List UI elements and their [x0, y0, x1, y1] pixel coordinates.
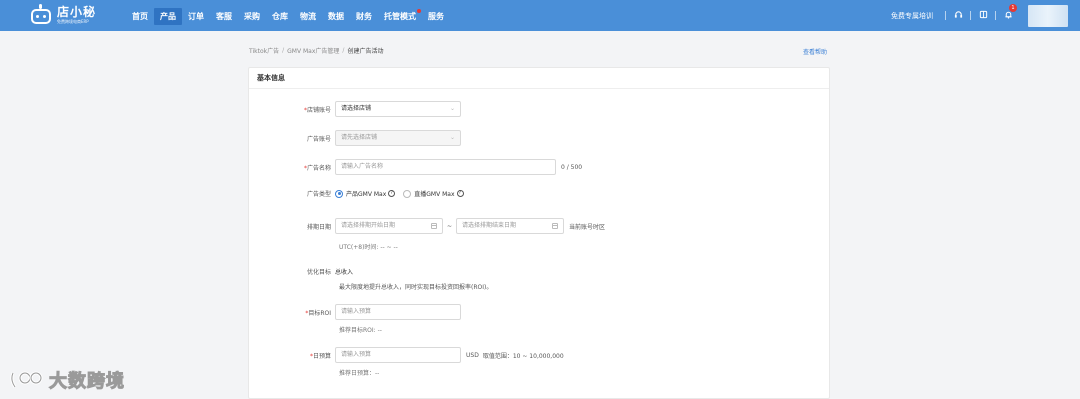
daily-budget-label: *日预算	[309, 352, 331, 360]
target-roi-input[interactable]: 请输入预算	[335, 304, 461, 320]
radio-selected-icon	[335, 189, 343, 198]
headset-icon[interactable]	[952, 10, 964, 21]
book-icon[interactable]	[977, 10, 989, 21]
watermark-logo-icon	[9, 369, 49, 391]
breadcrumb-item-tiktok-ads[interactable]: Tiktok广告	[249, 46, 279, 55]
breadcrumb: Tiktok广告 / GMV Max广告管理 / 创建广告活动	[249, 46, 384, 55]
radio-live-gmv-max[interactable]: 直播GMV Max ?	[403, 189, 464, 198]
nav-item-home[interactable]: 首页	[126, 8, 154, 25]
radio-unselected-icon	[403, 189, 412, 198]
nav-item-warehouse[interactable]: 仓库	[266, 8, 294, 25]
training-link[interactable]: 免费专属培训	[891, 11, 933, 21]
watermark: 大数跨境	[9, 367, 125, 393]
ad-name-label: *广告名称	[303, 164, 331, 172]
question-icon[interactable]: ?	[456, 190, 464, 197]
ad-type-label: 广告类型	[306, 191, 331, 198]
ad-account-label: 广告账号	[306, 135, 331, 143]
breadcrumb-item-gmv-max[interactable]: GMV Max广告管理	[287, 46, 339, 55]
chevron-down-icon: ⌄	[449, 134, 455, 141]
target-roi-label: *目标ROI	[305, 309, 331, 317]
radio-product-gmv-max[interactable]: 产品GMV Max ?	[335, 189, 396, 198]
logo-slogan: 免费跨境电商ERP	[57, 18, 89, 24]
optimization-label: 优化目标	[306, 269, 331, 276]
budget-suggestion: 推荐日预算：--	[339, 370, 380, 377]
help-link[interactable]: 查看帮助	[803, 47, 827, 56]
budget-range-note: 取值范围：10 ~ 10,000,000	[482, 352, 564, 360]
calendar-icon	[431, 223, 437, 229]
divider	[945, 11, 946, 20]
schedule-start-date-picker[interactable]: 请选择排期开始日期	[335, 218, 443, 234]
ad-name-char-counter: 0 / 500	[561, 163, 583, 171]
utc-time-note: UTC(+8)时间: -- ~ --	[339, 244, 398, 251]
divider	[995, 11, 996, 20]
optimization-row: 优化目标 总收入	[249, 267, 831, 276]
user-avatar[interactable]	[1028, 4, 1068, 27]
schedule-label: 排期日期	[306, 223, 331, 231]
nav-item-services[interactable]: 服务	[422, 8, 450, 25]
target-roi-row: *目标ROI 请输入预算	[249, 304, 831, 320]
daily-budget-row: *日预算 请输入预算 USD 取值范围：10 ~ 10,000,000	[249, 347, 831, 363]
currency-label: USD	[466, 351, 479, 359]
logo-name: 店小秘	[57, 4, 97, 19]
daily-budget-input[interactable]: 请输入预算	[335, 347, 461, 363]
shop-account-select[interactable]: 请选择店铺 ⌄	[335, 101, 461, 117]
section-title: 基本信息	[249, 68, 829, 89]
nav-item-purchasing[interactable]: 采购	[238, 8, 266, 25]
notification-count-badge: 1	[1009, 4, 1017, 12]
nav-item-data[interactable]: 数据	[322, 8, 350, 25]
robot-logo-icon	[29, 4, 53, 26]
nav-item-finance[interactable]: 财务	[350, 8, 378, 25]
bell-icon[interactable]: 1	[1002, 4, 1017, 21]
nav-item-hosting-mode[interactable]: 托管模式	[378, 8, 422, 25]
new-dot-badge	[417, 9, 421, 13]
ad-type-row: 广告类型 产品GMV Max ? 直播GMV Max ?	[249, 189, 831, 198]
calendar-icon	[552, 223, 559, 229]
chevron-down-icon: ⌄	[449, 105, 455, 112]
ad-name-row: *广告名称 请输入广告名称 0 / 500	[249, 159, 831, 175]
schedule-row: 排期日期 请选择排期开始日期 ~ 请选择排期结束日期 当前账号时区	[249, 218, 831, 234]
divider	[970, 11, 971, 20]
optimization-description: 最大限度地提升总收入，同时实现目标投资回报率(ROI)。	[339, 284, 493, 291]
top-navigation-bar: 店小秘 免费跨境电商ERP 首页 产品 订单 客服 采购 仓库 物流 数据 财务…	[0, 0, 1080, 31]
timezone-note: 当前账号时区	[569, 223, 606, 231]
nav-item-orders[interactable]: 订单	[182, 8, 210, 25]
roi-suggestion: 推荐目标ROI: --	[339, 327, 382, 334]
nav-item-products[interactable]: 产品	[154, 8, 182, 25]
top-right-tools: 免费专属培训 1	[891, 0, 1080, 31]
optimization-value: 总收入	[335, 269, 354, 276]
shop-account-label: *店铺账号	[303, 106, 331, 114]
nav-item-hosting-mode-label: 托管模式	[384, 12, 416, 21]
basic-info-card: 基本信息 *店铺账号 请选择店铺 ⌄ 广告账号 请先选择店铺 ⌄ *广告名称 请…	[248, 67, 830, 399]
watermark-text: 大数跨境	[49, 371, 125, 393]
ad-account-select[interactable]: 请先选择店铺 ⌄	[335, 130, 461, 146]
nav-item-logistics[interactable]: 物流	[294, 8, 322, 25]
breadcrumb-item-current: 创建广告活动	[347, 48, 384, 55]
schedule-end-date-picker[interactable]: 请选择排期结束日期	[456, 218, 565, 234]
nav-item-customer-service[interactable]: 客服	[210, 8, 238, 25]
ad-account-row: 广告账号 请先选择店铺 ⌄	[249, 130, 831, 146]
app-logo[interactable]: 店小秘 免费跨境电商ERP	[29, 4, 96, 26]
question-icon[interactable]: ?	[388, 190, 396, 197]
shop-account-row: *店铺账号 请选择店铺 ⌄	[249, 101, 831, 117]
ad-name-input[interactable]: 请输入广告名称	[335, 159, 556, 175]
main-nav: 首页 产品 订单 客服 采购 仓库 物流 数据 财务 托管模式 服务	[126, 8, 450, 25]
